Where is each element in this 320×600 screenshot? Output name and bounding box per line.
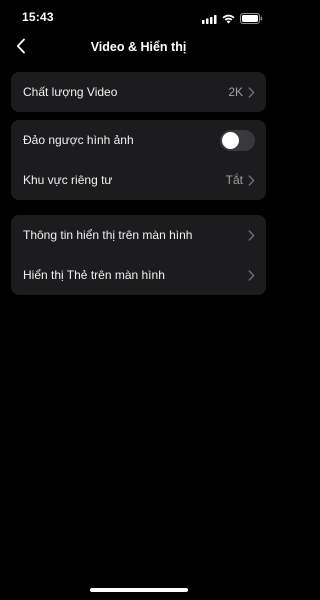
privacy-zone-value: Tắt <box>225 173 243 187</box>
osd-info-row[interactable]: Thông tin hiển thị trên màn hình <box>11 215 266 255</box>
status-icons <box>202 11 263 29</box>
chevron-right-icon <box>247 174 255 186</box>
osd-card-label: Hiển thị Thẻ trên màn hình <box>23 268 165 282</box>
signal-icon <box>202 11 217 29</box>
flip-image-row: Đảo ngược hình ảnh <box>11 120 266 160</box>
video-quality-group: Chất lượng Video 2K <box>11 72 266 112</box>
privacy-zone-row[interactable]: Khu vực riêng tư Tắt <box>11 160 266 200</box>
chevron-right-icon <box>247 229 255 241</box>
osd-card-row[interactable]: Hiển thị Thẻ trên màn hình <box>11 255 266 295</box>
image-settings-group: Đảo ngược hình ảnh Khu vực riêng tư Tắt <box>11 120 266 200</box>
video-quality-row[interactable]: Chất lượng Video 2K <box>11 72 266 112</box>
home-indicator[interactable] <box>89 588 188 592</box>
flip-image-toggle[interactable] <box>220 129 255 151</box>
status-time: 15:43 <box>22 10 54 24</box>
osd-info-label: Thông tin hiển thị trên màn hình <box>23 228 193 242</box>
flip-image-label: Đảo ngược hình ảnh <box>23 133 134 147</box>
privacy-zone-label: Khu vực riêng tư <box>23 173 113 187</box>
wifi-icon <box>222 11 235 29</box>
nav-bar: Video & Hiển thị <box>0 34 277 62</box>
video-quality-value: 2K <box>228 85 243 99</box>
page-title: Video & Hiển thị <box>90 40 187 54</box>
status-bar: 15:43 <box>0 0 277 34</box>
video-quality-label: Chất lượng Video <box>23 85 118 99</box>
display-settings-group: Thông tin hiển thị trên màn hình Hiển th… <box>11 215 266 295</box>
toggle-knob <box>222 131 239 149</box>
chevron-right-icon <box>247 269 255 281</box>
battery-icon <box>240 11 263 29</box>
chevron-right-icon <box>247 86 255 98</box>
